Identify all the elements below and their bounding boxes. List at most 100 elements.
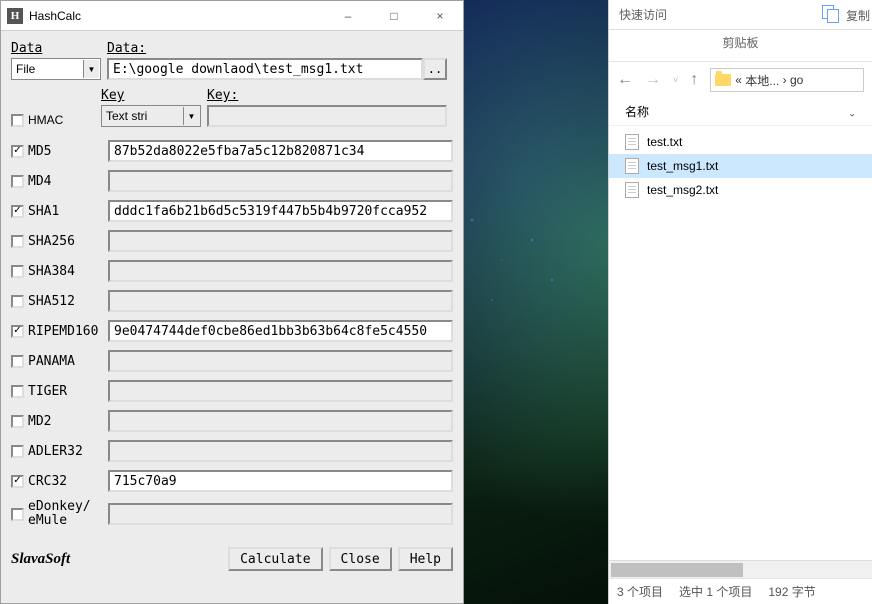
ribbon-top: 快速访问 复制 bbox=[609, 0, 872, 30]
hash-output-8[interactable] bbox=[108, 380, 453, 402]
hash-output-0[interactable]: 87b52da8022e5fba7a5c12b820871c34 bbox=[108, 140, 453, 162]
hash-output-10[interactable] bbox=[108, 440, 453, 462]
up-button[interactable]: ↑ bbox=[690, 71, 698, 89]
hash-label-7: PANAMA bbox=[28, 354, 108, 369]
hash-output-9[interactable] bbox=[108, 410, 453, 432]
key-input[interactable] bbox=[207, 105, 447, 127]
quick-access-label[interactable]: 快速访问 bbox=[619, 6, 667, 23]
key-label: Key: bbox=[207, 88, 447, 103]
hash-label-8: TIGER bbox=[28, 384, 108, 399]
status-size: 192 字节 bbox=[768, 583, 815, 600]
hash-output-12[interactable] bbox=[108, 503, 453, 525]
back-button[interactable]: ← bbox=[617, 71, 633, 89]
hash-label-5: SHA512 bbox=[28, 294, 108, 309]
hash-checkbox-5[interactable] bbox=[11, 295, 24, 308]
close-button[interactable]: × bbox=[417, 1, 463, 31]
scrollbar-thumb[interactable] bbox=[611, 563, 743, 577]
hash-row-md2: MD2 bbox=[11, 407, 453, 435]
hash-checkbox-0[interactable]: ✓ bbox=[11, 145, 24, 158]
hash-output-7[interactable] bbox=[108, 350, 453, 372]
path-crumb-0[interactable]: 本地... bbox=[745, 72, 779, 89]
calculate-button[interactable]: Calculate bbox=[228, 547, 322, 571]
file-row[interactable]: test.txt bbox=[609, 130, 872, 154]
hash-label-6: RIPEMD160 bbox=[28, 324, 108, 339]
hash-checkbox-2[interactable]: ✓ bbox=[11, 205, 24, 218]
chevron-down-icon: ▼ bbox=[183, 107, 199, 125]
hash-row-edonkeyemule: eDonkey/ eMule bbox=[11, 497, 453, 531]
file-icon bbox=[625, 182, 639, 198]
hash-row-adler32: ADLER32 bbox=[11, 437, 453, 465]
hash-row-sha512: SHA512 bbox=[11, 287, 453, 315]
hash-checkbox-9[interactable] bbox=[11, 415, 24, 428]
chevron-up-icon: ⌃ bbox=[848, 106, 856, 117]
data-label: Data: bbox=[107, 41, 447, 56]
file-name: test.txt bbox=[647, 135, 682, 149]
address-bar[interactable]: « 本地... › go bbox=[710, 68, 864, 92]
hash-row-tiger: TIGER bbox=[11, 377, 453, 405]
hash-checkbox-7[interactable] bbox=[11, 355, 24, 368]
history-dropdown[interactable]: ˅ bbox=[673, 75, 678, 85]
hash-output-11[interactable]: 715c70a9 bbox=[108, 470, 453, 492]
column-name-label: 名称 bbox=[625, 103, 649, 120]
file-icon bbox=[625, 158, 639, 174]
hash-checkbox-4[interactable] bbox=[11, 265, 24, 278]
hash-checkbox-1[interactable] bbox=[11, 175, 24, 188]
hash-label-11: CRC32 bbox=[28, 474, 108, 489]
slavasoft-label: SlavaSoft bbox=[11, 551, 70, 568]
explorer-window: 快速访问 复制 剪贴板 ← → ˅ ↑ « 本地... › go 名称 ⌃ te… bbox=[608, 0, 872, 604]
file-row[interactable]: test_msg1.txt bbox=[609, 154, 872, 178]
horizontal-scrollbar[interactable] bbox=[609, 560, 872, 578]
copy-label: 复制 bbox=[846, 7, 870, 24]
hash-label-0: MD5 bbox=[28, 144, 108, 159]
hash-output-3[interactable] bbox=[108, 230, 453, 252]
hash-output-6[interactable]: 9e0474744def0cbe86ed1bb3b63b64c8fe5c4550 bbox=[108, 320, 453, 342]
folder-icon bbox=[715, 74, 731, 86]
hash-checkbox-12[interactable] bbox=[11, 508, 24, 521]
hash-output-5[interactable] bbox=[108, 290, 453, 312]
data-path-input[interactable]: E:\google downlaod\test_msg1.txt bbox=[107, 58, 423, 80]
hash-output-1[interactable] bbox=[108, 170, 453, 192]
hash-checkbox-6[interactable]: ✓ bbox=[11, 325, 24, 338]
hash-label-1: MD4 bbox=[28, 174, 108, 189]
file-row[interactable]: test_msg2.txt bbox=[609, 178, 872, 202]
data-format-label: Data bbox=[11, 41, 101, 56]
hashcalc-window: H HashCalc – □ × Data File ▼ Data: E:\go… bbox=[0, 0, 464, 604]
hash-row-md5: ✓ MD587b52da8022e5fba7a5c12b820871c34 bbox=[11, 137, 453, 165]
key-format-value: Text stri bbox=[106, 109, 147, 123]
help-button[interactable]: Help bbox=[398, 547, 453, 571]
key-format-label: Key bbox=[101, 88, 201, 103]
hash-checkbox-11[interactable]: ✓ bbox=[11, 475, 24, 488]
hash-row-sha256: SHA256 bbox=[11, 227, 453, 255]
maximize-button[interactable]: □ bbox=[371, 1, 417, 31]
hash-output-4[interactable] bbox=[108, 260, 453, 282]
hash-checkbox-8[interactable] bbox=[11, 385, 24, 398]
hash-checkbox-3[interactable] bbox=[11, 235, 24, 248]
file-name: test_msg2.txt bbox=[647, 183, 718, 197]
data-format-value: File bbox=[16, 62, 35, 76]
path-crumb-1[interactable]: go bbox=[790, 73, 803, 87]
column-header[interactable]: 名称 ⌃ bbox=[609, 98, 872, 126]
status-selected: 选中 1 个项目 bbox=[679, 583, 752, 600]
hashcalc-body: Data File ▼ Data: E:\google downlaod\tes… bbox=[1, 31, 463, 603]
hash-output-2[interactable]: dddc1fa6b21b6d5c5319f447b5b4b9720fcca952 bbox=[108, 200, 453, 222]
forward-button[interactable]: → bbox=[645, 71, 661, 89]
hash-label-2: SHA1 bbox=[28, 204, 108, 219]
hmac-checkbox[interactable] bbox=[11, 114, 24, 127]
hash-row-crc32: ✓ CRC32715c70a9 bbox=[11, 467, 453, 495]
hash-label-9: MD2 bbox=[28, 414, 108, 429]
copy-icon[interactable] bbox=[822, 5, 842, 25]
minimize-button[interactable]: – bbox=[325, 1, 371, 31]
chevron-down-icon: ▼ bbox=[83, 60, 99, 78]
hash-row-panama: PANAMA bbox=[11, 347, 453, 375]
data-format-dropdown[interactable]: File ▼ bbox=[11, 58, 101, 80]
hash-row-md4: MD4 bbox=[11, 167, 453, 195]
hash-checkbox-10[interactable] bbox=[11, 445, 24, 458]
file-list: test.txt test_msg1.txt test_msg2.txt bbox=[609, 126, 872, 560]
close-dialog-button[interactable]: Close bbox=[329, 547, 392, 571]
browse-button[interactable]: .. bbox=[423, 58, 447, 80]
titlebar[interactable]: H HashCalc – □ × bbox=[1, 1, 463, 31]
hash-label-12: eDonkey/ eMule bbox=[28, 500, 108, 529]
app-icon: H bbox=[7, 8, 23, 24]
key-format-dropdown[interactable]: Text stri ▼ bbox=[101, 105, 201, 127]
hash-label-4: SHA384 bbox=[28, 264, 108, 279]
